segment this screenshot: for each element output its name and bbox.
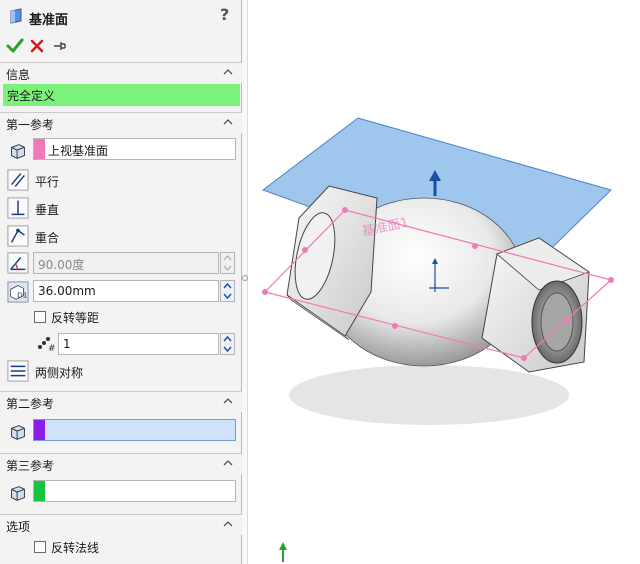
view-triad-icon	[279, 542, 287, 562]
angle-stepper[interactable]	[220, 252, 235, 274]
flip-normal-label: 反转法线	[51, 541, 100, 555]
flip-offset-checkbox[interactable]	[34, 311, 46, 323]
perpendicular-label: 垂直	[35, 203, 60, 217]
third-reference-selection[interactable]	[33, 480, 236, 502]
offset-distance-input[interactable]: 36.00mm	[33, 280, 219, 302]
instances-icon: #	[38, 337, 56, 352]
flip-normal-checkbox[interactable]	[34, 541, 46, 553]
pin-icon[interactable]	[51, 37, 69, 55]
coincident-label: 重合	[35, 231, 60, 245]
stepper-up-icon[interactable]	[221, 253, 234, 263]
offset-distance-value: 36.00mm	[38, 284, 96, 298]
distance-stepper[interactable]	[220, 280, 235, 302]
section-info-header[interactable]: 信息	[0, 62, 242, 83]
mid-plane-label: 两侧对称	[35, 366, 84, 380]
help-button[interactable]: ?	[220, 5, 229, 24]
check-icon[interactable]	[6, 37, 24, 55]
section-options-label: 选项	[6, 520, 31, 534]
mid-plane-icon[interactable]	[6, 359, 30, 383]
svg-text:#: #	[48, 344, 56, 352]
chevron-up-icon[interactable]	[221, 456, 235, 470]
chevron-up-icon[interactable]	[221, 517, 235, 531]
section-third-ref-label: 第三参考	[6, 459, 55, 473]
reference-entity-icon[interactable]	[6, 420, 30, 444]
section-options-header[interactable]: 选项	[0, 514, 242, 535]
instances-value: 1	[63, 337, 71, 351]
perpendicular-icon[interactable]	[6, 196, 30, 220]
chevron-up-icon[interactable]	[221, 65, 235, 79]
stepper-down-icon[interactable]	[221, 344, 234, 354]
section-info-label: 信息	[6, 68, 31, 82]
stepper-up-icon[interactable]	[221, 334, 234, 344]
second-ref-color-swatch	[34, 420, 45, 440]
stepper-up-icon[interactable]	[221, 281, 234, 291]
graphics-viewport[interactable]: 基准面1	[249, 0, 640, 564]
page-title: 基准面	[29, 13, 69, 28]
first-reference-value: 上视基准面	[48, 144, 109, 158]
stepper-down-icon[interactable]	[221, 263, 234, 273]
first-reference-selection[interactable]: 上视基准面	[33, 138, 236, 160]
close-icon[interactable]	[28, 37, 46, 55]
parallel-label: 平行	[35, 175, 60, 189]
stepper-down-icon[interactable]	[221, 291, 234, 301]
model-view[interactable]: 基准面1	[249, 0, 640, 564]
svg-text:D1: D1	[17, 291, 27, 300]
coincident-icon[interactable]	[6, 224, 30, 248]
flip-offset-label: 反转等距	[51, 311, 100, 325]
section-first-ref-header[interactable]: 第一参考	[0, 112, 242, 133]
section-third-ref-header[interactable]: 第三参考	[0, 453, 242, 474]
status-message: 完全定义	[3, 84, 240, 106]
ground-shadow	[289, 365, 569, 425]
plane-feature-icon	[10, 8, 22, 24]
angle-value: 90.00度	[38, 258, 85, 272]
section-second-ref-label: 第二参考	[6, 397, 55, 411]
chevron-up-icon[interactable]	[221, 115, 235, 129]
section-second-ref-header[interactable]: 第二参考	[0, 391, 242, 412]
angle-icon[interactable]	[6, 251, 30, 275]
reference-entity-icon[interactable]	[6, 139, 30, 163]
third-ref-color-swatch	[34, 481, 45, 501]
splitter-grip-icon[interactable]	[242, 275, 248, 281]
panel-title-bar: 基准面 ?	[0, 0, 242, 32]
section-first-ref-label: 第一参考	[6, 118, 55, 132]
first-ref-color-swatch	[34, 139, 45, 159]
parallel-icon[interactable]	[6, 168, 30, 192]
offset-distance-icon[interactable]: D1	[6, 280, 30, 304]
angle-input[interactable]: 90.00度	[33, 252, 219, 274]
chevron-up-icon[interactable]	[221, 394, 235, 408]
reference-entity-icon[interactable]	[6, 481, 30, 505]
instances-input[interactable]: 1	[58, 333, 219, 355]
instances-stepper[interactable]	[220, 333, 235, 355]
property-manager-panel: 基准面 ? 信息 完全定义 第一参考 上视基准面 平行 垂直 重合 90.00度…	[0, 0, 242, 564]
second-reference-selection[interactable]	[33, 419, 236, 441]
panel-splitter[interactable]	[242, 0, 248, 564]
